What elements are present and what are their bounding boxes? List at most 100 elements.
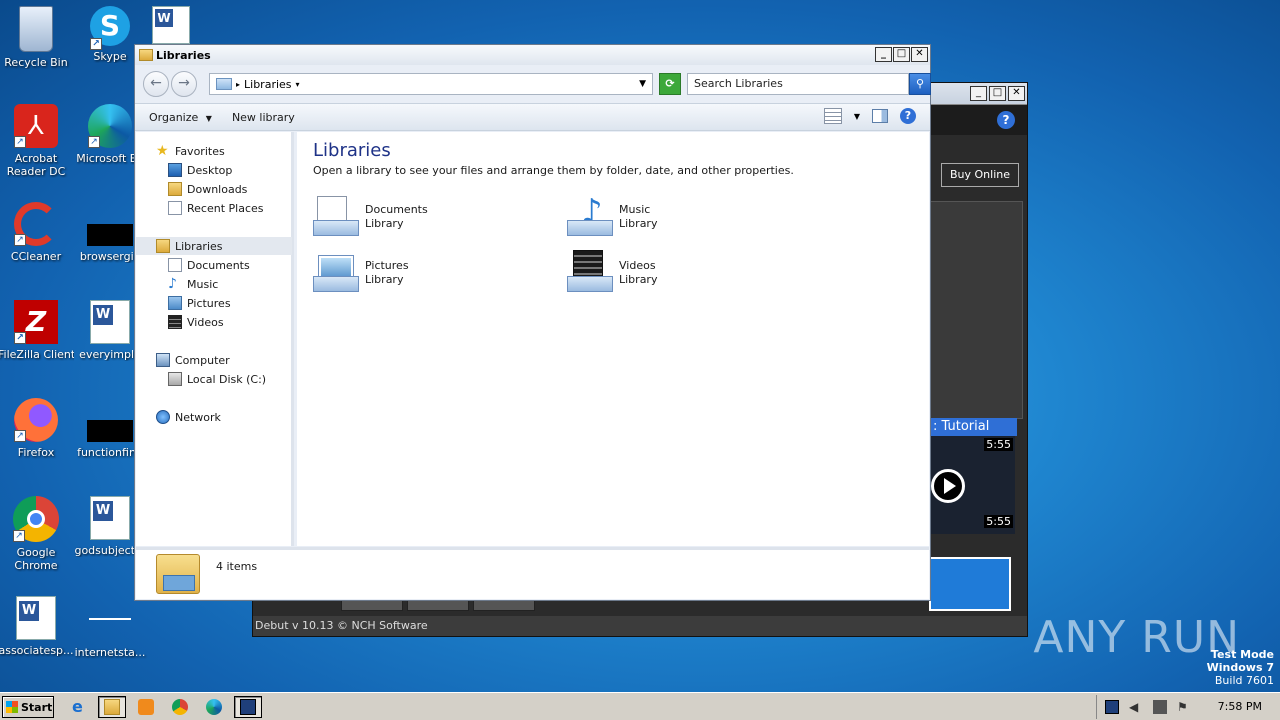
organize-menu[interactable]: Organize ▼: [149, 111, 212, 124]
forward-button[interactable]: →: [171, 71, 197, 97]
acrobat-icon: ⅄ ↗: [14, 104, 58, 148]
nav-downloads[interactable]: Downloads: [168, 180, 247, 198]
desktop-icon-word-doc-top[interactable]: W: [148, 6, 194, 48]
maximize-button[interactable]: □: [989, 86, 1006, 101]
desktop-icon-label: Recycle Bin: [4, 56, 68, 69]
nav-pictures[interactable]: Pictures: [168, 294, 231, 312]
new-library-button[interactable]: New library: [232, 111, 295, 124]
desktop-icon-filezilla[interactable]: Z ↗ FileZilla Client: [0, 300, 74, 361]
content-pane: Libraries Open a library to see your fil…: [297, 132, 929, 546]
desktop-icon-label: Firefox: [17, 446, 55, 459]
navigation-pane: ★ Favorites Desktop Downloads Recent Pla…: [136, 132, 294, 546]
chrome-icon: ↗: [13, 496, 59, 542]
search-input[interactable]: Search Libraries: [687, 73, 909, 95]
nav-desktop[interactable]: Desktop: [168, 161, 232, 179]
desktop-icon-recycle-bin[interactable]: Recycle Bin: [0, 6, 74, 69]
libraries-folder-icon: [156, 554, 200, 594]
library-music[interactable]: ♪ Music Library: [567, 194, 657, 240]
debut-preview-panel: [927, 201, 1023, 419]
buy-online-button[interactable]: Buy Online: [941, 163, 1019, 187]
nav-recent-places[interactable]: Recent Places: [168, 199, 264, 217]
nav-libraries[interactable]: Libraries: [136, 237, 292, 255]
minimize-button[interactable]: _: [970, 86, 987, 101]
nav-local-disk[interactable]: Local Disk (C:): [168, 370, 266, 388]
desktop-icon-chrome[interactable]: ↗ Google Chrome: [0, 496, 74, 572]
folder-icon: [139, 49, 153, 61]
desktop-icon-firefox[interactable]: ↗ Firefox: [0, 398, 74, 459]
address-bar[interactable]: ▸ Libraries ▾ ▼: [209, 73, 653, 95]
edge-icon: ↗: [88, 104, 132, 148]
firefox-icon: ↗: [14, 398, 58, 442]
library-type: Library: [619, 273, 658, 286]
debut-window-controls: _ □ ✕: [970, 86, 1025, 101]
taskbar-chrome[interactable]: [166, 696, 194, 718]
taskbar-media-player[interactable]: [132, 696, 160, 718]
chevron-right-icon[interactable]: ▸: [236, 80, 240, 89]
blank-file-icon: [87, 596, 133, 642]
recent-places-icon: [168, 201, 182, 215]
tutorial-banner[interactable]: : Tutorial: [929, 418, 1017, 436]
minimize-button[interactable]: _: [875, 47, 892, 62]
start-button[interactable]: Start: [2, 696, 54, 718]
internet-explorer-icon: e: [72, 697, 83, 716]
library-pictures[interactable]: Pictures Library: [313, 250, 409, 296]
save-icon: [240, 699, 256, 715]
library-videos[interactable]: Videos Library: [567, 250, 657, 296]
black-file-icon: [87, 420, 133, 442]
play-icon[interactable]: [931, 469, 965, 503]
nav-label: Downloads: [187, 182, 248, 196]
maximize-button[interactable]: □: [893, 47, 910, 62]
breadcrumb[interactable]: Libraries: [244, 78, 292, 91]
search-icon[interactable]: ⚲: [909, 73, 931, 95]
taskbar-debut[interactable]: [234, 696, 262, 718]
library-documents[interactable]: Documents Library: [313, 194, 428, 240]
address-dropdown-icon[interactable]: ▼: [639, 79, 646, 89]
nav-label: Local Disk (C:): [187, 372, 267, 386]
taskbar-edge[interactable]: [200, 696, 228, 718]
close-button[interactable]: ✕: [911, 47, 928, 62]
desktop-icon: [168, 163, 182, 177]
desktop-icon-label: Google Chrome: [14, 546, 58, 572]
speaker-icon[interactable]: ◀: [1129, 700, 1143, 714]
pictures-library-icon: [313, 250, 361, 296]
preview-pane-icon[interactable]: [872, 109, 888, 123]
flag-icon[interactable]: ⚑: [1177, 700, 1191, 714]
help-icon[interactable]: ?: [900, 108, 916, 124]
desktop-icon-associatesp[interactable]: W associatesp...: [0, 596, 74, 657]
windows-logo-icon: [6, 701, 18, 713]
drive-icon: [168, 372, 182, 386]
nav-music[interactable]: ♪ Music: [168, 275, 218, 293]
chevron-down-icon[interactable]: ▼: [854, 112, 860, 121]
back-button[interactable]: ←: [143, 71, 169, 97]
documents-icon: [168, 258, 182, 272]
save-icon[interactable]: [1105, 700, 1119, 714]
nav-videos[interactable]: Videos: [168, 313, 224, 331]
desktop-icon-acrobat[interactable]: ⅄ ↗ Acrobat Reader DC: [0, 104, 74, 178]
library-name: Documents: [365, 203, 428, 216]
taskbar-ie[interactable]: e: [66, 696, 94, 718]
network-icon[interactable]: [1153, 700, 1167, 714]
nav-favorites[interactable]: ★ Favorites: [156, 142, 225, 160]
explorer-titlebar: Libraries _ □ ✕: [135, 45, 930, 65]
change-view-icon[interactable]: [823, 108, 842, 124]
chevron-down-icon[interactable]: ▾: [296, 80, 300, 89]
nav-network[interactable]: Network: [156, 408, 221, 426]
taskbar: Start e ◀ ⚑ 7:58 PM: [0, 692, 1280, 720]
nav-label: Network: [175, 410, 221, 424]
start-label: Start: [21, 700, 53, 714]
window-controls: _ □ ✕: [875, 47, 928, 62]
nav-documents[interactable]: Documents: [168, 256, 250, 274]
help-icon[interactable]: ?: [997, 111, 1015, 129]
desktop-icon-ccleaner[interactable]: ↗ CCleaner: [0, 202, 74, 263]
close-button[interactable]: ✕: [1008, 86, 1025, 101]
taskbar-explorer[interactable]: [98, 696, 126, 718]
desktop-icon-internetsta[interactable]: internetsta...: [72, 596, 148, 659]
windows-version-line: Windows 7: [1206, 661, 1274, 674]
folder-icon: [104, 699, 120, 715]
clock[interactable]: 7:58 PM: [1218, 700, 1262, 713]
refresh-button[interactable]: ⟳: [659, 73, 681, 95]
nav-computer[interactable]: Computer: [156, 351, 230, 369]
details-pane: 4 items: [136, 547, 929, 599]
desktop-icon-label: Acrobat Reader DC: [6, 152, 66, 178]
address-row: ← → ▸ Libraries ▾ ▼ ⟳ Search Libraries ⚲: [139, 69, 931, 99]
